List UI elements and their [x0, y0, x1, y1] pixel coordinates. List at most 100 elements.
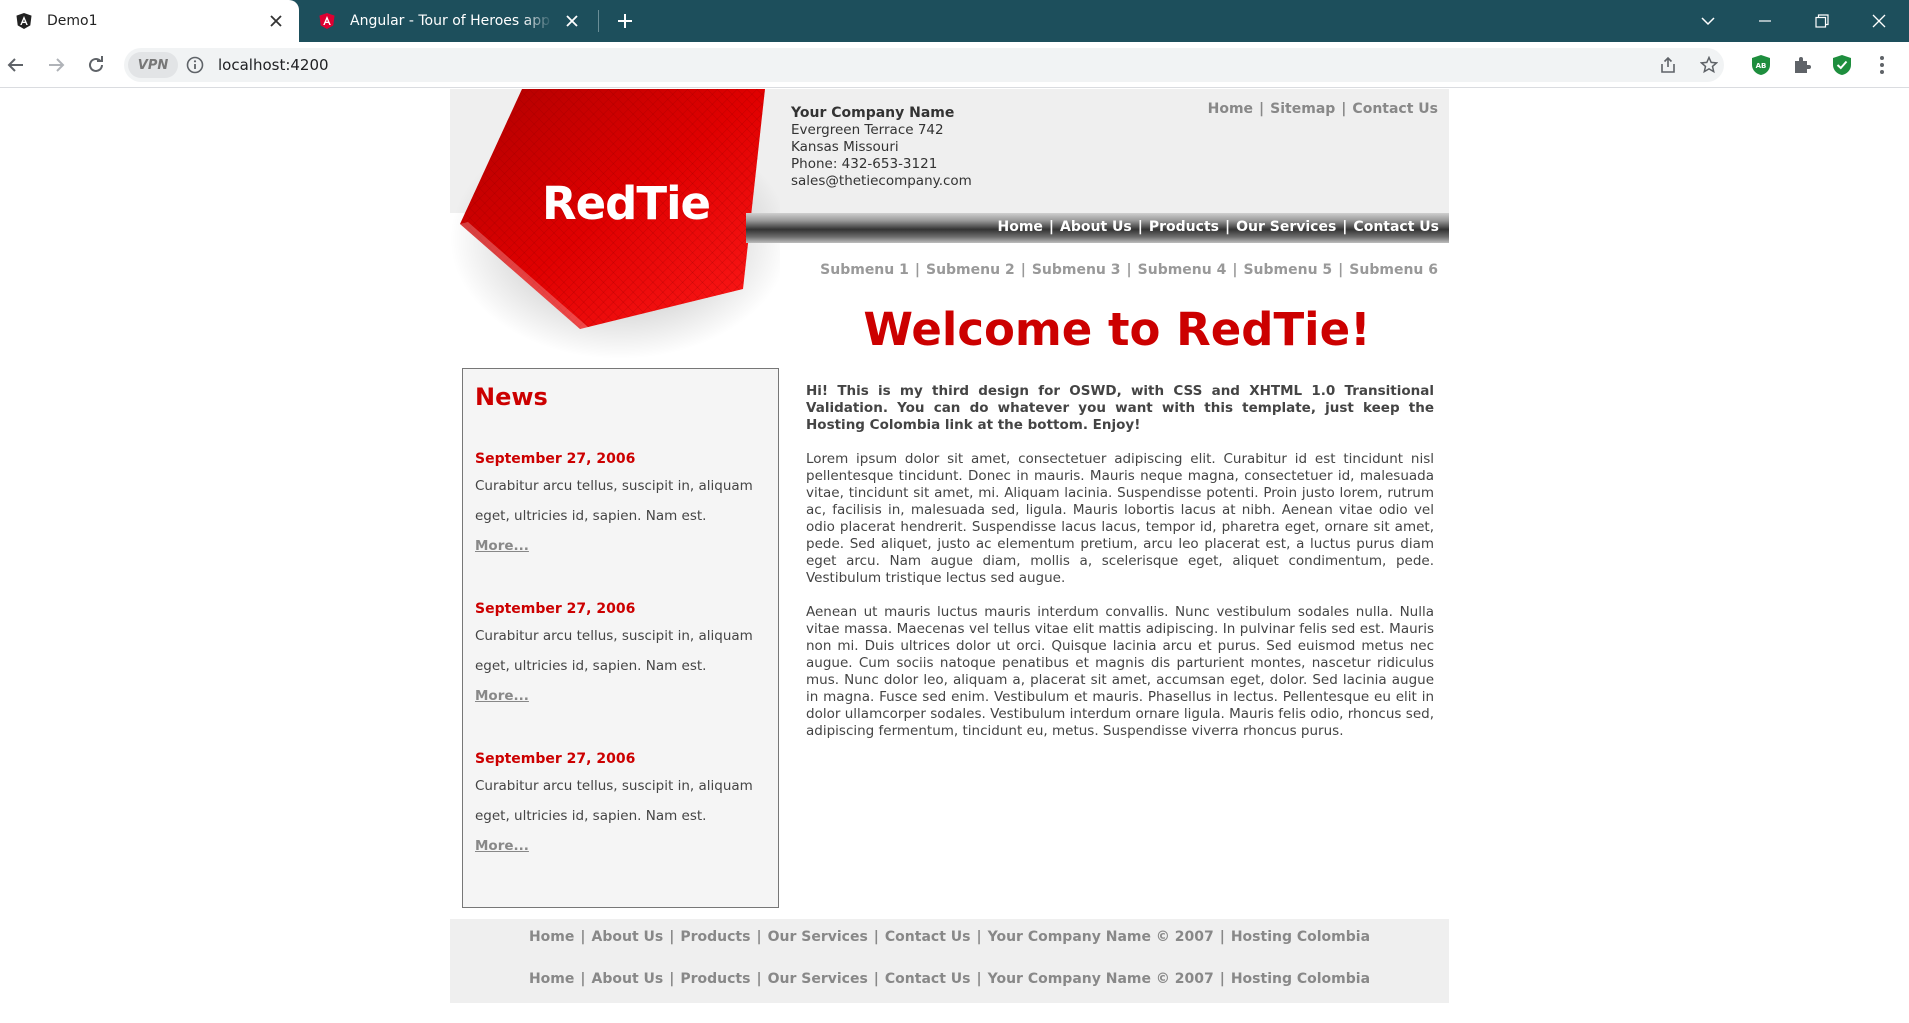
footer-copyright: Your Company Name © 2007	[987, 971, 1214, 987]
main-nav: Home | About Us | Products | Our Services | Cont…	[997, 219, 1439, 235]
footer-home[interactable]: Home	[529, 929, 574, 945]
company-phone: Phone: 432-653-3121	[791, 156, 938, 172]
news-item: September 27, 2006 Curabitur arcu tellus…	[475, 451, 767, 561]
tab-demo1[interactable]: Demo1	[0, 0, 299, 42]
news-date: September 27, 2006	[475, 601, 636, 617]
restore-button[interactable]	[1794, 0, 1850, 42]
main-nav-about[interactable]: About Us	[1060, 219, 1132, 235]
new-tab-button[interactable]	[612, 8, 638, 34]
main-nav-bar: Home | About Us | Products | Our Services | Cont…	[746, 213, 1449, 243]
footer-contact[interactable]: Contact Us	[885, 971, 971, 987]
submenu-2[interactable]: Submenu 2	[926, 262, 1015, 278]
news-date: September 27, 2006	[475, 451, 636, 467]
footer-links: Home | About Us | Products | Our Services | Cont…	[528, 929, 1371, 945]
close-icon[interactable]	[265, 10, 287, 32]
company-city: Kansas Missouri	[791, 139, 899, 155]
company-name: Your Company Name	[791, 105, 955, 121]
tab-strip: Demo1 Angular - Tour of Heroes app and t…	[0, 0, 1909, 42]
shield-check-extension-icon[interactable]	[1831, 54, 1853, 76]
footer-copyright: Your Company Name © 2007	[987, 929, 1214, 945]
reload-icon	[89, 56, 103, 72]
site-container: RedTie Your Company Name Evergreen Terra…	[450, 89, 1449, 1023]
main-content: Hi! This is my third design for OSWD, wi…	[806, 383, 1434, 757]
forward-button[interactable]	[42, 51, 70, 79]
intro-paragraph: Hi! This is my third design for OSWD, wi…	[806, 383, 1434, 433]
footer: Home | About Us | Products | Our Services | Cont…	[450, 919, 1449, 1003]
bookmark-button[interactable]	[1697, 53, 1721, 77]
close-icon[interactable]	[561, 10, 583, 32]
news-date: September 27, 2006	[475, 751, 636, 767]
angular-favicon-icon	[15, 12, 33, 30]
body-paragraph-2: Aenean ut mauris luctus mauris interdum …	[806, 604, 1434, 739]
browser-toolbar: VPN localhost:4200 AB	[0, 42, 1909, 88]
page-title: Welcome to RedTie!	[863, 303, 1371, 356]
submenu-5[interactable]: Submenu 5	[1243, 262, 1332, 278]
reload-button[interactable]	[82, 51, 110, 79]
tab-search-button[interactable]	[1680, 0, 1736, 42]
main-nav-contact[interactable]: Contact Us	[1353, 219, 1439, 235]
svg-text:AB: AB	[1756, 62, 1767, 70]
vpn-badge[interactable]: VPN	[128, 52, 178, 78]
company-info: Your Company Name Evergreen Terrace 742 …	[791, 105, 972, 190]
extensions-icon[interactable]	[1791, 54, 1813, 76]
url-text[interactable]: localhost:4200	[218, 56, 329, 74]
footer-hosting-link[interactable]: Hosting Colombia	[1231, 971, 1370, 987]
company-email: sales@thetiecompany.com	[791, 173, 972, 189]
chevron-down-icon	[1701, 17, 1715, 26]
news-more-link[interactable]: More...	[475, 681, 767, 711]
news-text: Curabitur arcu tellus, suscipit in, aliq…	[475, 778, 753, 824]
footer-services[interactable]: Our Services	[768, 929, 868, 945]
footer-products[interactable]: Products	[680, 929, 750, 945]
news-panel: News September 27, 2006 Curabitur arcu t…	[462, 368, 779, 908]
submenu-1[interactable]: Submenu 1	[820, 262, 909, 278]
adblock-extension-icon[interactable]: AB	[1750, 54, 1772, 76]
page-viewport: RedTie Your Company Name Evergreen Terra…	[0, 89, 1909, 1023]
footer-home[interactable]: Home	[529, 971, 574, 987]
angular-favicon-icon	[318, 12, 336, 30]
footer-about[interactable]: About Us	[592, 971, 664, 987]
footer-services[interactable]: Our Services	[768, 971, 868, 987]
arrow-left-icon	[7, 58, 23, 72]
arrow-right-icon	[49, 58, 65, 72]
info-icon[interactable]	[186, 56, 204, 74]
sub-nav: Submenu 1 | Submenu 2 | Submenu 3 | Submenu 4 |…	[820, 262, 1438, 278]
footer-hosting-link[interactable]: Hosting Colombia	[1231, 929, 1370, 945]
share-icon	[1661, 56, 1675, 73]
top-nav-sitemap[interactable]: Sitemap	[1270, 101, 1335, 117]
main-nav-services[interactable]: Our Services	[1236, 219, 1336, 235]
top-nav-contact[interactable]: Contact Us	[1352, 101, 1438, 117]
back-button[interactable]	[2, 51, 30, 79]
submenu-4[interactable]: Submenu 4	[1138, 262, 1227, 278]
close-icon	[1872, 14, 1886, 28]
tab-title: Angular - Tour of Heroes app and tutoria…	[350, 13, 553, 29]
footer-contact[interactable]: Contact Us	[885, 929, 971, 945]
news-title: News	[475, 383, 548, 411]
address-bar[interactable]: VPN localhost:4200	[124, 48, 1724, 82]
news-item: September 27, 2006 Curabitur arcu tellus…	[475, 601, 767, 711]
body-paragraph-1: Lorem ipsum dolor sit amet, consectetuer…	[806, 451, 1434, 586]
footer-links: Home | About Us | Products | Our Services | Cont…	[528, 971, 1371, 987]
top-nav-home[interactable]: Home	[1208, 101, 1253, 117]
close-window-button[interactable]	[1851, 0, 1907, 42]
submenu-6[interactable]: Submenu 6	[1349, 262, 1438, 278]
logo[interactable]: RedTie	[450, 89, 790, 359]
star-icon	[1700, 56, 1718, 74]
kebab-menu-icon	[1880, 56, 1884, 74]
news-more-link[interactable]: More...	[475, 531, 767, 561]
main-nav-products[interactable]: Products	[1149, 219, 1219, 235]
tab-tour-of-heroes[interactable]: Angular - Tour of Heroes app and tutoria…	[303, 0, 595, 42]
minimize-button[interactable]	[1737, 0, 1793, 42]
news-text: Curabitur arcu tellus, suscipit in, aliq…	[475, 478, 753, 524]
tab-title: Demo1	[47, 13, 98, 29]
submenu-3[interactable]: Submenu 3	[1032, 262, 1121, 278]
footer-products[interactable]: Products	[680, 971, 750, 987]
news-more-link[interactable]: More...	[475, 831, 767, 861]
footer-about[interactable]: About Us	[592, 929, 664, 945]
minimize-icon	[1759, 20, 1771, 22]
menu-button[interactable]	[1871, 54, 1893, 76]
share-button[interactable]	[1656, 53, 1680, 77]
main-nav-home[interactable]: Home	[997, 219, 1042, 235]
company-street: Evergreen Terrace 742	[791, 122, 944, 138]
restore-icon	[1815, 14, 1829, 28]
news-item: September 27, 2006 Curabitur arcu tellus…	[475, 751, 767, 861]
